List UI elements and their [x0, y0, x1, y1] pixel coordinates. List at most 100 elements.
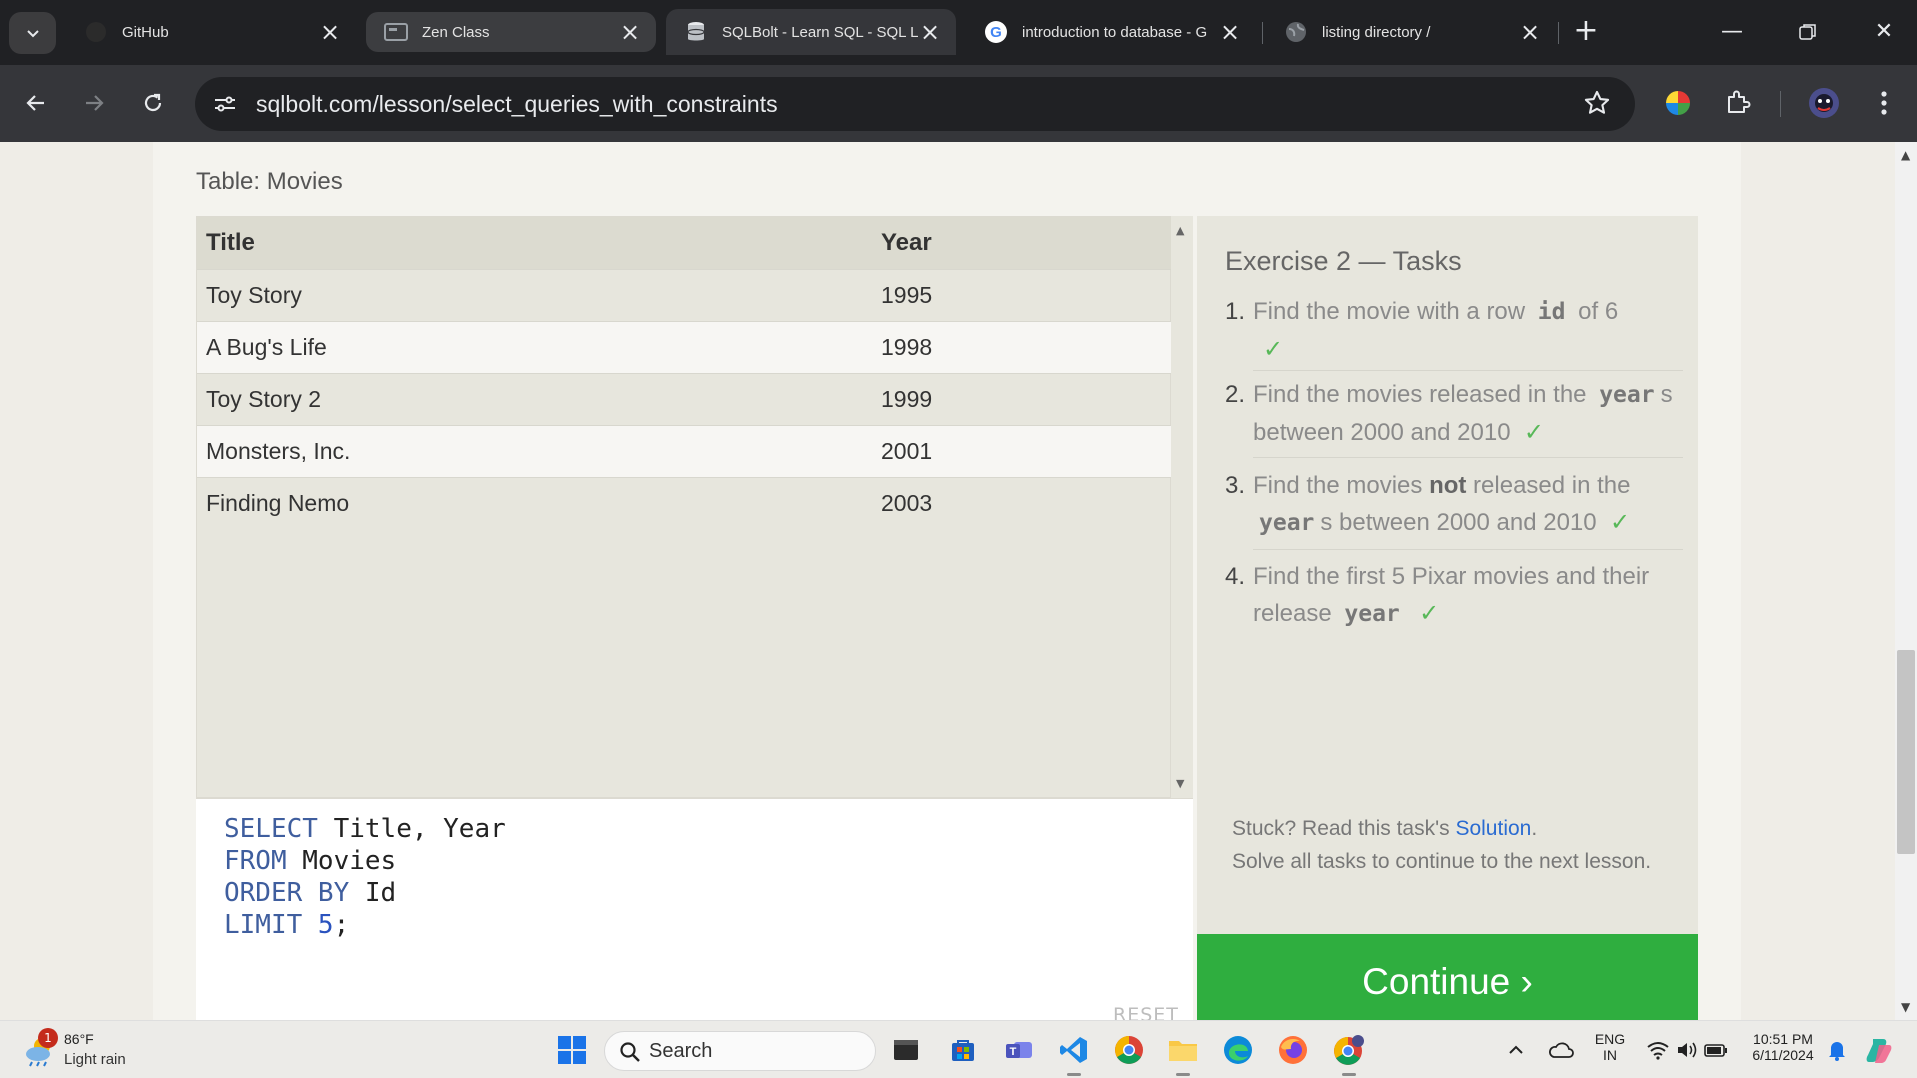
folder-icon: [1169, 1041, 1197, 1061]
address-bar[interactable]: sqlbolt.com/lesson/select_queries_with_c…: [195, 77, 1635, 131]
url-text[interactable]: sqlbolt.com/lesson/select_queries_with_c…: [256, 91, 778, 118]
taskbar-app-files-dark[interactable]: [887, 1031, 925, 1069]
tab-separator: [1558, 22, 1559, 44]
close-icon[interactable]: ×: [1218, 20, 1242, 44]
copilot-button[interactable]: [1862, 1031, 1898, 1069]
close-icon[interactable]: ×: [1518, 20, 1542, 44]
task-number: 4.: [1225, 563, 1246, 590]
table-row: A Bug's Life 1998: [197, 320, 1172, 373]
sql-limit-number: 5: [302, 910, 334, 940]
minimize-button[interactable]: —: [1714, 14, 1750, 50]
new-tab-button[interactable]: +: [1570, 16, 1602, 48]
page-viewport: Table: Movies Title Year Toy Story 1995 …: [0, 142, 1917, 1020]
language-indicator[interactable]: ENG IN: [1590, 1031, 1630, 1063]
close-icon[interactable]: ×: [618, 20, 642, 44]
back-button[interactable]: [18, 85, 54, 121]
scroll-up-icon[interactable]: ▲: [1901, 148, 1910, 162]
show-hidden-icons-button[interactable]: [1501, 1031, 1531, 1069]
notifications-button[interactable]: [1822, 1031, 1852, 1069]
task-code: year: [1599, 382, 1655, 408]
page-scrollbar[interactable]: ▲ ▼: [1895, 142, 1917, 1020]
task-divider: [1253, 370, 1683, 371]
extensions-button[interactable]: [1720, 85, 1756, 121]
check-icon: ✓: [1263, 336, 1284, 363]
profile-button[interactable]: [1806, 85, 1842, 121]
scroll-down-icon[interactable]: ▼: [1176, 777, 1184, 790]
close-icon[interactable]: ×: [318, 20, 342, 44]
chrome-icon: [1115, 1036, 1143, 1064]
google-icon: G: [984, 20, 1008, 44]
zen-class-icon: [384, 20, 408, 44]
sql-columns: Title, Year: [317, 814, 506, 844]
svg-text:T: T: [1010, 1046, 1017, 1058]
taskbar-app-chrome-profile[interactable]: [1330, 1031, 1368, 1069]
tab-github[interactable]: GitHub ×: [66, 9, 356, 55]
results-table: Title Year Toy Story 1995 A Bug's Life 1…: [197, 217, 1172, 529]
tab-title: listing directory /: [1322, 23, 1431, 41]
language-code: ENG: [1594, 1031, 1626, 1047]
scroll-down-icon[interactable]: ▼: [1901, 1000, 1910, 1014]
site-info-button[interactable]: [211, 90, 239, 118]
weather-desc: Light rain: [64, 1051, 126, 1068]
continue-button[interactable]: Continue ›: [1197, 934, 1698, 1020]
color-wheel-icon: [1666, 91, 1690, 115]
table-row: Toy Story 2 1999: [197, 372, 1172, 425]
taskbar-app-vscode[interactable]: [1055, 1031, 1093, 1069]
tab-title: introduction to database - G: [1022, 23, 1208, 41]
tab-title: Zen Class: [422, 23, 490, 41]
tab-listing-directory[interactable]: listing directory / ×: [1266, 9, 1556, 55]
taskbar-app-firefox[interactable]: [1274, 1031, 1312, 1069]
close-window-button[interactable]: ✕: [1866, 14, 1902, 50]
taskbar-app-edge[interactable]: [1219, 1031, 1257, 1069]
windows-icon: [558, 1036, 586, 1064]
taskbar-app-store[interactable]: [944, 1031, 982, 1069]
browser-menu-button[interactable]: [1866, 85, 1902, 121]
close-icon[interactable]: ×: [918, 20, 942, 44]
minimize-icon: —: [1721, 19, 1743, 44]
tab-google-search[interactable]: G introduction to database - G ×: [966, 9, 1256, 55]
clock[interactable]: 10:51 PM 6/11/2024: [1744, 1031, 1822, 1063]
solution-link[interactable]: Solution: [1455, 817, 1531, 840]
weather-widget[interactable]: 1 86°F Light rain: [22, 1028, 162, 1072]
cell-year: 2001: [872, 424, 1172, 477]
sql-keyword: FROM: [224, 846, 287, 876]
cell-title: Toy Story: [197, 268, 872, 321]
task-text: released in the: [1466, 472, 1631, 499]
database-icon: [684, 20, 708, 44]
scroll-up-icon[interactable]: ▲: [1176, 224, 1184, 237]
reset-button[interactable]: RESET: [1113, 1004, 1179, 1020]
close-icon: ✕: [1874, 19, 1894, 44]
more-vertical-icon: [1881, 91, 1887, 115]
tab-search-button[interactable]: [9, 12, 56, 54]
check-icon: ✓: [1609, 509, 1631, 536]
color-extension-button[interactable]: [1660, 85, 1696, 121]
clock-time: 10:51 PM: [1753, 1031, 1813, 1047]
results-scrollbar[interactable]: ▲ ▼: [1171, 216, 1193, 798]
bookmark-button[interactable]: [1583, 89, 1611, 121]
taskbar-app-teams[interactable]: T: [1000, 1031, 1038, 1069]
tune-icon: [215, 96, 235, 112]
running-indicator: [1342, 1073, 1356, 1076]
tab-zen-class[interactable]: Zen Class ×: [366, 12, 656, 52]
column-header-year: Year: [872, 217, 1172, 269]
sql-editor[interactable]: SELECT Title, Year FROM Movies ORDER BY …: [196, 798, 1193, 1020]
task-text: of 6: [1571, 298, 1619, 325]
quick-settings-button[interactable]: [1640, 1031, 1734, 1069]
reload-button[interactable]: [135, 85, 171, 121]
scrollbar-thumb[interactable]: [1897, 650, 1915, 854]
forward-button[interactable]: [76, 85, 112, 121]
edge-icon: [1224, 1036, 1252, 1064]
start-button[interactable]: [553, 1031, 591, 1069]
sql-query-text[interactable]: SELECT Title, Year FROM Movies ORDER BY …: [224, 813, 506, 941]
taskbar-app-chrome[interactable]: [1110, 1031, 1148, 1069]
taskbar-app-file-explorer[interactable]: [1164, 1031, 1202, 1069]
restore-button[interactable]: [1790, 14, 1826, 50]
task-code: year: [1259, 510, 1315, 536]
onedrive-button[interactable]: [1544, 1031, 1578, 1069]
sql-keyword: LIMIT: [224, 910, 303, 940]
tab-title: SQLBolt - Learn SQL - SQL L: [722, 23, 918, 41]
cell-year: 1998: [872, 320, 1172, 373]
task-code: id: [1537, 299, 1566, 325]
tab-sqlbolt[interactable]: SQLBolt - Learn SQL - SQL L ×: [666, 9, 956, 55]
taskbar-search[interactable]: Search: [604, 1031, 876, 1071]
